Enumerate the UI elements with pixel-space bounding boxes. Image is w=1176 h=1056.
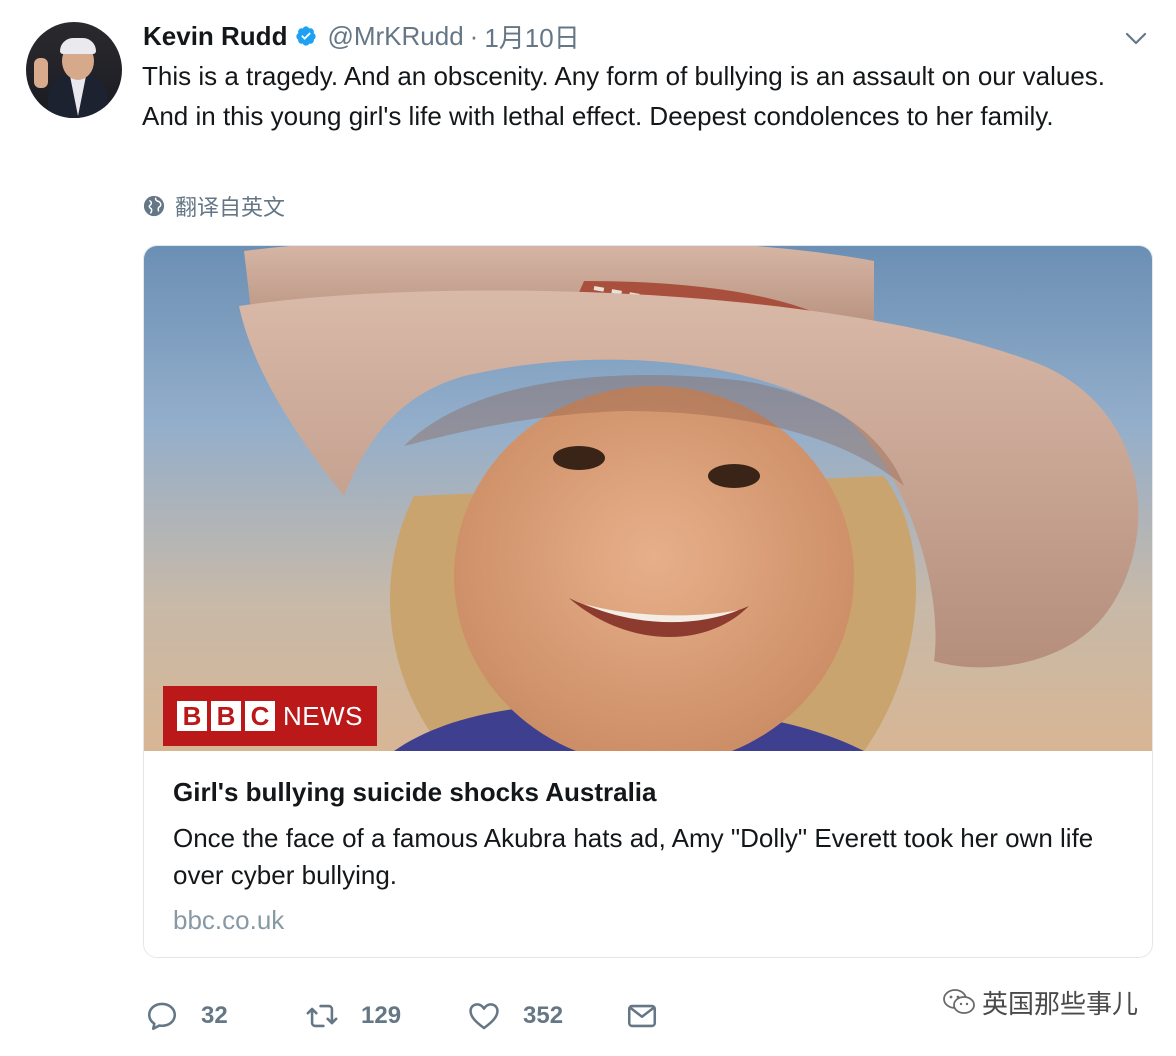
bbc-letter: B (177, 701, 207, 731)
reply-count: 32 (201, 1002, 228, 1029)
avatar-hair (60, 38, 96, 54)
heart-icon (469, 1003, 499, 1030)
card-title[interactable]: Girl's bullying suicide shocks Australia (173, 774, 1133, 810)
chevron-down-icon[interactable] (1124, 26, 1148, 50)
envelope-icon (627, 1004, 657, 1028)
link-card[interactable]: B B C NEWS Girl's bullying suicide shock… (143, 245, 1153, 958)
like-count: 352 (523, 1002, 564, 1029)
like-button[interactable]: 352 (467, 999, 625, 1033)
verified-badge-icon (296, 26, 317, 46)
tweet-date[interactable]: 1月10日 (484, 18, 579, 55)
card-photo (239, 246, 1139, 751)
card-domain: bbc.co.uk (173, 905, 285, 935)
tweet-actions: 32 129 352 (145, 996, 659, 1036)
tweet: Kevin Rudd @MrKRudd · 1月10日 This is a tr… (0, 0, 1176, 1056)
reply-icon (147, 1002, 177, 1031)
retweet-icon (306, 1004, 338, 1028)
globe-icon (143, 195, 165, 217)
bbc-letter: B (211, 701, 241, 731)
watermark: 英国那些事儿 (942, 982, 1138, 1022)
retweet-button[interactable]: 129 (305, 999, 467, 1033)
card-description: Once the face of a famous Akubra hats ad… (173, 823, 1094, 890)
author-name[interactable]: Kevin Rudd (143, 21, 287, 52)
tweet-header: Kevin Rudd @MrKRudd · 1月10日 (143, 18, 580, 54)
author-handle[interactable]: @MrKRudd (327, 21, 463, 52)
bbc-letter: C (245, 701, 275, 731)
retweet-count: 129 (361, 1002, 402, 1029)
author-avatar[interactable] (26, 22, 122, 118)
header-separator: · (469, 20, 479, 51)
bbc-news-logo: B B C NEWS (163, 686, 377, 746)
wechat-icon (943, 989, 975, 1014)
translate-label: 翻译自英文 (175, 195, 286, 220)
translate-link[interactable]: 翻译自英文 (143, 190, 285, 222)
tweet-text: This is a tragedy. And an obscenity. Any… (142, 61, 1106, 131)
bbc-news-word: NEWS (283, 700, 363, 731)
card-image[interactable]: B B C NEWS (144, 246, 1152, 751)
reply-button[interactable]: 32 (145, 999, 305, 1033)
avatar-hand (34, 58, 48, 88)
watermark-text: 英国那些事儿 (981, 988, 1138, 1019)
direct-message-button[interactable] (625, 999, 659, 1033)
